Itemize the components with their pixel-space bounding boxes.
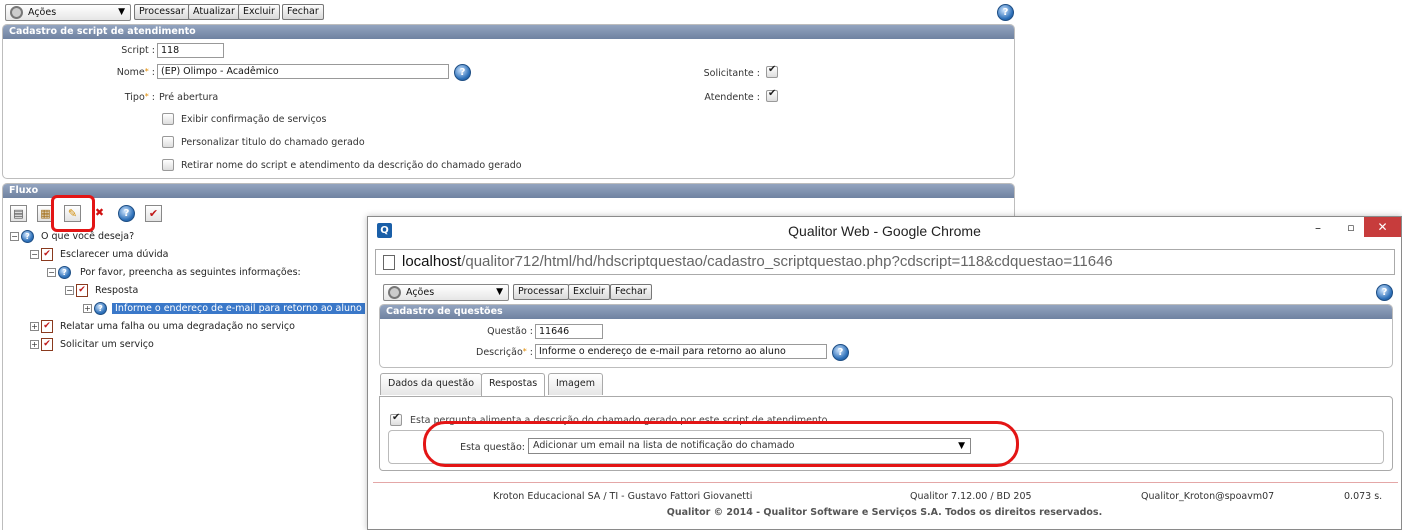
opt3-label: Retirar nome do script e atendimento da …	[181, 160, 522, 171]
window-titlebar[interactable]: Q Qualitor Web - Google Chrome – ▫ ✕	[368, 217, 1401, 244]
descricao-field[interactable]: Informe o endereço de e-mail para retorn…	[535, 344, 827, 359]
lookup-icon[interactable]: ?	[454, 64, 471, 81]
gear-icon	[388, 286, 401, 299]
question-icon: ?	[94, 302, 107, 315]
checklist-icon: ✔	[41, 338, 53, 351]
solicitante-checkbox[interactable]	[766, 64, 778, 78]
help-icon[interactable]: ?	[1376, 284, 1393, 301]
checklist-icon[interactable]: ✔	[145, 205, 162, 222]
tab-imagem[interactable]: Imagem	[548, 373, 604, 395]
opt1-checkbox[interactable]	[162, 113, 174, 125]
annotation-highlight	[51, 195, 95, 232]
popup-excluir-button[interactable]: Excluir	[568, 284, 610, 300]
excluir-button[interactable]: Excluir	[238, 4, 280, 20]
popup-acoes-select[interactable]: Ações ▼	[383, 284, 509, 301]
fechar-button[interactable]: Fechar	[282, 4, 324, 20]
opt2-label: Personalizar titulo do chamado gerado	[181, 137, 365, 148]
questao-label: Questão :	[487, 326, 533, 337]
new-document-icon[interactable]: ▤	[10, 205, 27, 222]
footer-company: Kroton Educacional SA / TI - Gustavo Fat…	[493, 491, 753, 502]
tree-node-esclarecer[interactable]: − ✔ Esclarecer uma dúvida	[30, 248, 168, 261]
atendente-label: Atendente :	[704, 92, 760, 103]
tab-respostas[interactable]: Respostas	[481, 373, 546, 396]
tree-node-solicitar[interactable]: + ✔ Solicitar um serviço	[30, 338, 154, 351]
gear-icon	[10, 6, 23, 19]
address-bar[interactable]: localhost/qualitor712/html/hd/hdscriptqu…	[375, 249, 1395, 275]
popup-acoes-label: Ações	[406, 287, 435, 298]
opt2-checkbox[interactable]	[162, 136, 174, 148]
atendente-checkbox[interactable]	[766, 88, 778, 102]
lookup-icon[interactable]: ?	[832, 344, 849, 361]
tree-node-resposta[interactable]: − ✔ Resposta	[65, 284, 138, 297]
close-icon[interactable]: ✕	[1364, 217, 1401, 237]
script-field[interactable]: 118	[157, 43, 224, 58]
footer-divider	[373, 482, 1398, 483]
url-host: localhost	[402, 253, 462, 270]
help-icon[interactable]: ?	[997, 4, 1014, 21]
nome-field[interactable]: (EP) Olimpo - Acadêmico	[157, 64, 449, 79]
acoes-select[interactable]: Ações ▼	[5, 4, 131, 21]
footer-time: 0.073 s.	[1344, 491, 1383, 502]
popup-processar-button[interactable]: Processar	[513, 284, 569, 300]
questao-field[interactable]: 11646	[535, 324, 603, 339]
checklist-icon: ✔	[76, 284, 88, 297]
checklist-icon: ✔	[41, 248, 53, 261]
tree-node-root[interactable]: −? O que você deseja?	[10, 230, 134, 243]
minimize-icon[interactable]: –	[1308, 221, 1328, 235]
processar-button[interactable]: Processar	[134, 4, 190, 20]
question-icon: ?	[58, 266, 71, 279]
popup-window: Q Qualitor Web - Google Chrome – ▫ ✕ loc…	[367, 216, 1402, 530]
help-icon[interactable]: ?	[118, 205, 135, 222]
nome-label: Nome* :	[116, 67, 155, 78]
chevron-down-icon: ▼	[496, 287, 503, 297]
fluxo-title: Fluxo	[3, 184, 1014, 198]
question-icon: ?	[21, 230, 34, 243]
footer-copyright: Qualitor © 2014 - Qualitor Software e Se…	[666, 507, 1103, 518]
tree-node-informe[interactable]: +? Informe o endereço de e-mail para ret…	[83, 302, 365, 315]
panel-title: Cadastro de script de atendimento	[3, 25, 1014, 39]
atualizar-button[interactable]: Atualizar	[188, 4, 240, 20]
annotation-highlight	[423, 421, 1019, 467]
url-path: /qualitor712/html/hd/hdscriptquestao/cad…	[461, 253, 1113, 270]
footer-version: Qualitor 7.12.00 / BD 205	[910, 491, 1032, 502]
chevron-down-icon: ▼	[118, 7, 125, 17]
footer-user: Qualitor_Kroton@spoavm07	[1141, 491, 1275, 502]
page-icon	[383, 255, 395, 270]
tipo-label: Tipo* :	[124, 92, 155, 103]
window-title: Qualitor Web - Google Chrome	[788, 223, 981, 239]
alimenta-checkbox[interactable]	[390, 412, 402, 426]
maximize-icon[interactable]: ▫	[1341, 221, 1361, 234]
tipo-value: Pré abertura	[159, 92, 219, 103]
opt1-label: Exibir confirmação de serviços	[181, 114, 327, 125]
checklist-icon: ✔	[41, 320, 53, 333]
tree-node-preencha[interactable]: −? Por favor, preencha as seguintes info…	[47, 266, 301, 279]
opt3-checkbox[interactable]	[162, 159, 174, 171]
questoes-title: Cadastro de questões	[380, 305, 1392, 319]
solicitante-label: Solicitante :	[703, 68, 760, 79]
popup-fechar-button[interactable]: Fechar	[610, 284, 652, 300]
acoes-label: Ações	[28, 7, 57, 18]
script-label: Script :	[121, 45, 155, 56]
tab-dados-da-questao[interactable]: Dados da questão	[380, 373, 483, 395]
tree-node-relatar[interactable]: + ✔ Relatar uma falha ou uma degradação n…	[30, 320, 295, 333]
descricao-label: Descrição* :	[476, 347, 533, 358]
